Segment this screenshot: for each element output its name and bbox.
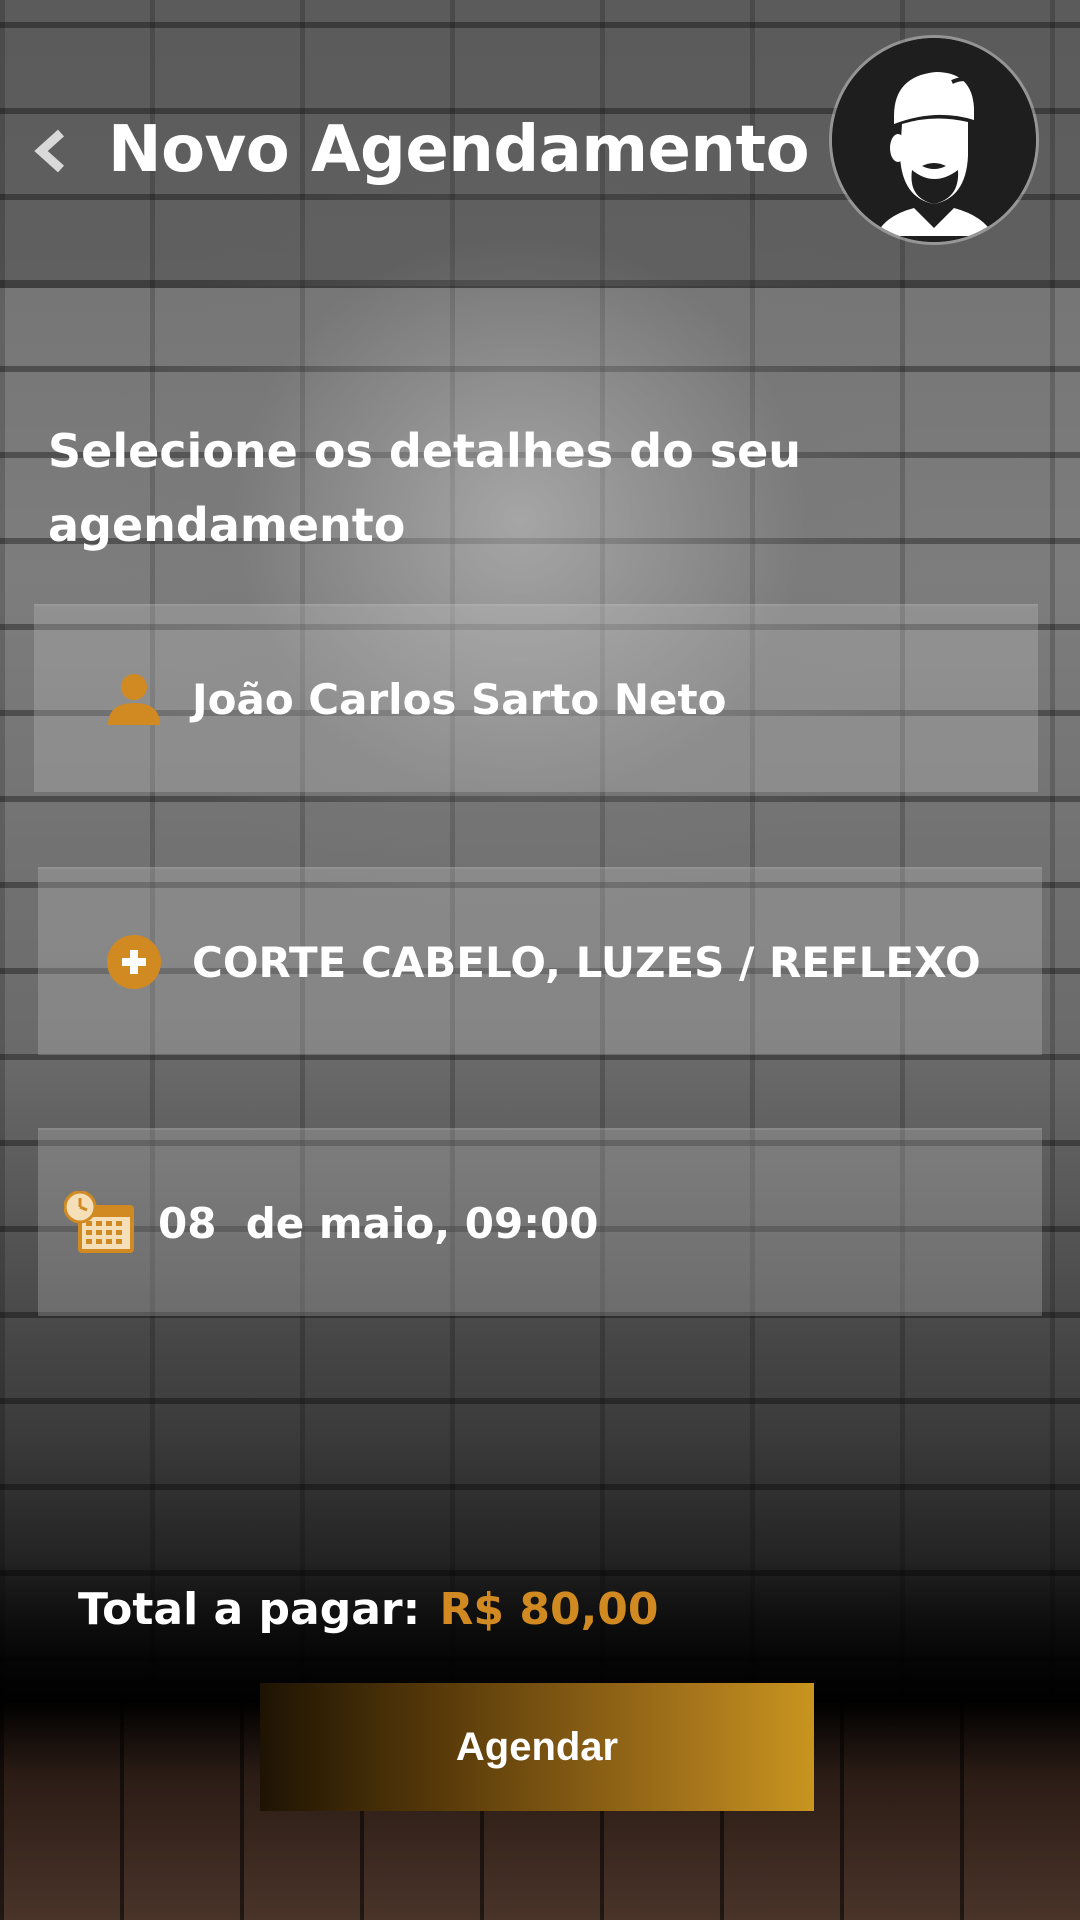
add-circle-icon (98, 926, 170, 998)
page-title: Novo Agendamento (108, 113, 810, 187)
schedule-button-label: Agendar (455, 1724, 619, 1769)
date-time-field[interactable]: 08 de maio, 09:00 (38, 1128, 1042, 1316)
schedule-button[interactable]: Agendar (260, 1683, 814, 1811)
professional-field[interactable]: João Carlos Sarto Neto (34, 604, 1038, 792)
section-subtitle: Selecione os detalhes do seu agendamento (48, 424, 802, 552)
service-field[interactable]: CORTE CABELO, LUZES / REFLEXO (38, 867, 1042, 1055)
barber-avatar-icon[interactable] (832, 38, 1036, 242)
app-header: Novo Agendamento (0, 0, 1080, 288)
total-label: Total a pagar: (78, 1584, 421, 1635)
calendar-clock-icon (64, 1187, 136, 1259)
person-icon (98, 663, 170, 735)
professional-name: João Carlos Sarto Neto (192, 674, 727, 724)
total-summary: Total a pagar: R$ 80,00 (78, 1574, 659, 1646)
total-price: R$ 80,00 (439, 1584, 659, 1635)
service-name: CORTE CABELO, LUZES / REFLEXO (192, 937, 981, 987)
chevron-left-icon (34, 129, 65, 173)
date-time-value: 08 de maio, 09:00 (158, 1198, 599, 1248)
back-button[interactable] (28, 122, 72, 180)
